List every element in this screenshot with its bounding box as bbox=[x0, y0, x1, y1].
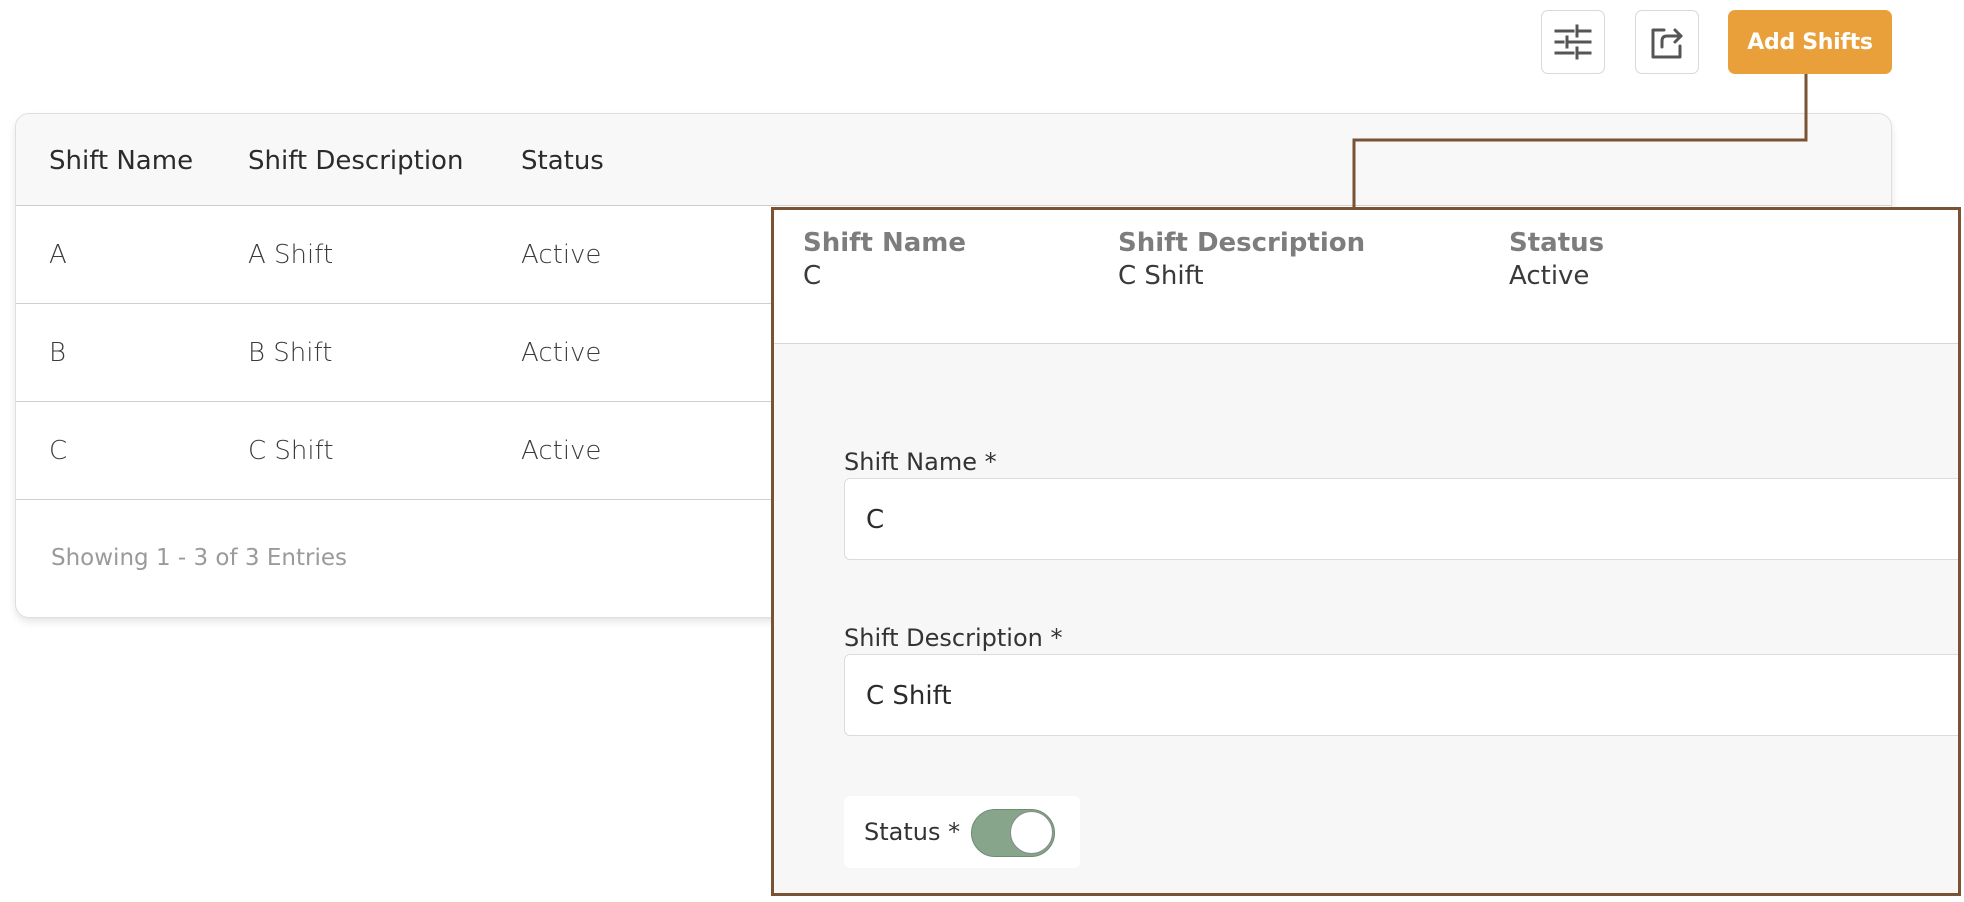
summary-name-label: Shift Name bbox=[803, 228, 966, 258]
summary-name-value: C bbox=[803, 260, 822, 291]
cell-shift-description: B Shift bbox=[248, 338, 333, 368]
column-header-shift-name[interactable]: Shift Name bbox=[49, 148, 193, 174]
cell-shift-name: B bbox=[49, 338, 67, 368]
cell-status: Active bbox=[521, 240, 602, 270]
shift-summary: Shift Name C Shift Description C Shift S… bbox=[774, 210, 1958, 344]
summary-status-label: Status bbox=[1509, 228, 1605, 258]
filter-button[interactable] bbox=[1541, 10, 1605, 74]
toggle-knob bbox=[1010, 811, 1053, 854]
column-header-status[interactable]: Status bbox=[521, 148, 604, 174]
status-field: Status * bbox=[844, 796, 1080, 868]
shift-name-label: Shift Name * bbox=[844, 448, 997, 476]
summary-description-value: C Shift bbox=[1118, 260, 1204, 291]
shift-description-input[interactable]: C Shift bbox=[844, 654, 1958, 736]
shift-description-label: Shift Description * bbox=[844, 624, 1063, 652]
shift-detail-panel: Shift Name C Shift Description C Shift S… bbox=[771, 207, 1961, 896]
cell-status: Active bbox=[521, 338, 602, 368]
cell-status: Active bbox=[521, 436, 602, 466]
pagination-summary: Showing 1 - 3 of 3 Entries bbox=[51, 545, 347, 571]
status-toggle[interactable] bbox=[971, 809, 1055, 857]
cell-shift-description: C Shift bbox=[248, 436, 334, 466]
cell-shift-description: A Shift bbox=[248, 240, 334, 270]
summary-status-value: Active bbox=[1509, 260, 1590, 291]
shift-name-input[interactable]: C bbox=[844, 478, 1958, 560]
sliders-icon bbox=[1554, 24, 1592, 60]
add-shifts-button[interactable]: Add Shifts bbox=[1728, 10, 1892, 74]
export-button[interactable] bbox=[1635, 10, 1699, 74]
status-label: Status * bbox=[864, 818, 961, 846]
cell-shift-name: C bbox=[49, 436, 68, 466]
table-header: Shift Name Shift Description Status bbox=[16, 114, 1891, 206]
cell-shift-name: A bbox=[49, 240, 67, 270]
export-icon bbox=[1651, 28, 1683, 59]
summary-description-label: Shift Description bbox=[1118, 228, 1366, 258]
column-header-shift-description[interactable]: Shift Description bbox=[248, 148, 463, 174]
